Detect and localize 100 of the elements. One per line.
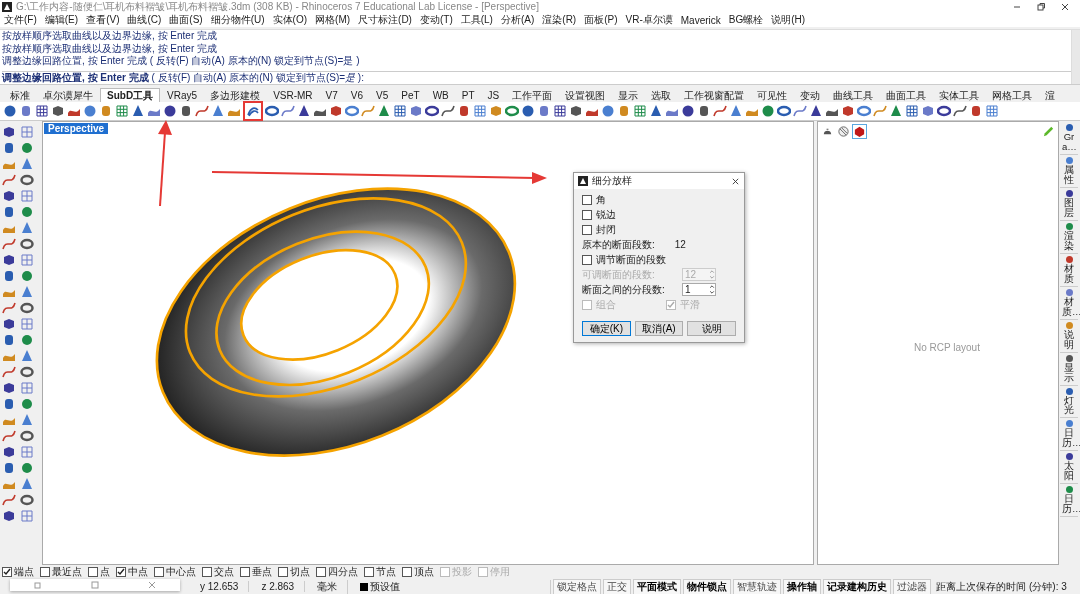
menu-item[interactable]: 曲线(C)	[127, 13, 162, 27]
status-toggle[interactable]: 过滤器	[893, 578, 932, 594]
torus-icon[interactable]	[857, 104, 871, 118]
toolbar-tab[interactable]: 选取	[645, 89, 678, 102]
status-toggle[interactable]: 锁定格点	[553, 578, 602, 594]
torus-icon[interactable]	[777, 104, 791, 118]
sphere-icon[interactable]	[761, 104, 775, 118]
checkbox[interactable]	[316, 567, 326, 577]
menu-item[interactable]: 曲面(S)	[169, 13, 203, 27]
torus-icon[interactable]	[265, 104, 279, 118]
cylinder-icon[interactable]	[537, 104, 551, 118]
toolbar-tab[interactable]: 设置视图	[559, 89, 612, 102]
checkbox[interactable]	[582, 194, 592, 205]
menu-item[interactable]: 渲染(R)	[542, 13, 577, 27]
cube-icon[interactable]	[841, 104, 855, 118]
cylinder-icon[interactable]	[969, 104, 983, 118]
dialog-button[interactable]: 确定(K)	[582, 321, 631, 336]
torus-icon[interactable]	[425, 104, 439, 118]
cylinder-icon[interactable]	[457, 104, 471, 118]
cone-icon[interactable]	[809, 104, 823, 118]
checkbox[interactable]	[88, 567, 98, 577]
sphere-icon[interactable]	[3, 104, 17, 118]
grid-icon[interactable]	[905, 104, 919, 118]
cone-icon[interactable]	[131, 104, 145, 118]
menu-item[interactable]: 编辑(E)	[44, 13, 79, 27]
cone-icon[interactable]	[889, 104, 903, 118]
dialog-button[interactable]: 说明	[687, 321, 736, 336]
menu-item[interactable]: 变动(T)	[419, 13, 453, 27]
menu-item[interactable]: BG螺栓	[728, 13, 764, 27]
cube-icon[interactable]	[329, 104, 343, 118]
toolbar-tab[interactable]: 曲线工具	[827, 89, 880, 102]
menu-item[interactable]: Maverick	[680, 14, 721, 26]
cylinder-icon[interactable]	[19, 104, 33, 118]
curve-icon[interactable]	[713, 104, 727, 118]
curve-icon[interactable]	[441, 104, 455, 118]
cone-icon[interactable]	[729, 104, 743, 118]
curve-icon[interactable]	[793, 104, 807, 118]
curve-icon[interactable]	[2, 237, 16, 251]
curve-icon[interactable]	[281, 104, 295, 118]
checkbox[interactable]	[116, 567, 126, 577]
sphere-icon[interactable]	[521, 104, 535, 118]
sphere-icon[interactable]	[601, 104, 615, 118]
curve-icon[interactable]	[2, 173, 16, 187]
side-tab[interactable]: 灯光	[1060, 387, 1078, 419]
cube-icon[interactable]	[409, 104, 423, 118]
checkbox[interactable]	[2, 567, 12, 577]
torus-icon[interactable]	[345, 104, 359, 118]
toolbar-tab[interactable]: JS	[481, 89, 506, 102]
checkbox[interactable]	[240, 567, 250, 577]
cylinder-icon[interactable]	[2, 333, 16, 347]
menu-item[interactable]: 文件(F)	[4, 13, 37, 27]
grid-icon[interactable]	[633, 104, 647, 118]
menu-item[interactable]: 细分物件(U)	[210, 13, 265, 27]
cube-icon[interactable]	[2, 253, 16, 267]
toolbar-tab[interactable]: 卓尔谟犀牛	[37, 89, 99, 102]
toolbar-tab[interactable]: 渲	[1039, 89, 1062, 102]
checkbox[interactable]	[202, 567, 212, 577]
cube-icon[interactable]	[921, 104, 935, 118]
cone-icon[interactable]	[649, 104, 663, 118]
grid-icon[interactable]	[553, 104, 567, 118]
torus-icon[interactable]	[20, 301, 34, 315]
cone-icon[interactable]	[297, 104, 311, 118]
grid-icon[interactable]	[115, 104, 129, 118]
cube-icon[interactable]	[2, 125, 16, 139]
cylinder-icon[interactable]	[2, 141, 16, 155]
menu-item[interactable]: VR-卓尔谟	[625, 13, 673, 27]
menu-item[interactable]: 查看(V)	[86, 13, 120, 27]
layer-selector[interactable]: 预设值	[350, 579, 552, 594]
torus-icon[interactable]	[20, 173, 34, 187]
status-toggle[interactable]: 正交	[603, 578, 632, 594]
toolbar-tab[interactable]: VRay5	[161, 89, 204, 102]
checkbox[interactable]	[154, 567, 164, 577]
cube-icon[interactable]	[2, 509, 16, 523]
toolbar-tab[interactable]: SubD工具	[100, 88, 161, 102]
sphere-icon[interactable]	[681, 104, 695, 118]
checkbox[interactable]	[40, 567, 50, 577]
toolbar-tab[interactable]: 显示	[612, 89, 645, 102]
cone-icon[interactable]	[377, 104, 391, 118]
curve-icon[interactable]	[2, 493, 16, 507]
cylinder-icon[interactable]	[2, 397, 16, 411]
menu-item[interactable]: 工具(L)	[460, 13, 493, 27]
status-toggle[interactable]: 操作轴	[783, 578, 822, 594]
toolbar-tab[interactable]: V7	[319, 89, 344, 102]
toolbar-tab[interactable]: 标准	[4, 89, 36, 102]
viewport-tab[interactable]: Perspective	[44, 123, 109, 134]
menu-item[interactable]: 分析(A)	[500, 13, 535, 27]
toolbar-tab[interactable]: 实体工具	[933, 89, 986, 102]
units-label[interactable]: 毫米	[307, 579, 349, 594]
cube-icon[interactable]	[2, 381, 16, 395]
toolbar-tab[interactable]: 工作视窗配置	[678, 89, 751, 102]
cube-icon[interactable]	[2, 189, 16, 203]
menu-item[interactable]: 面板(P)	[584, 13, 618, 27]
checkbox[interactable]	[402, 567, 412, 577]
sphere-icon[interactable]	[163, 104, 177, 118]
menu-item[interactable]: 网格(M)	[315, 13, 351, 27]
cube-icon[interactable]	[2, 445, 16, 459]
curve-icon[interactable]	[953, 104, 967, 118]
torus-icon[interactable]	[20, 237, 34, 251]
cylinder-icon[interactable]	[2, 205, 16, 219]
torus-icon[interactable]	[20, 493, 34, 507]
